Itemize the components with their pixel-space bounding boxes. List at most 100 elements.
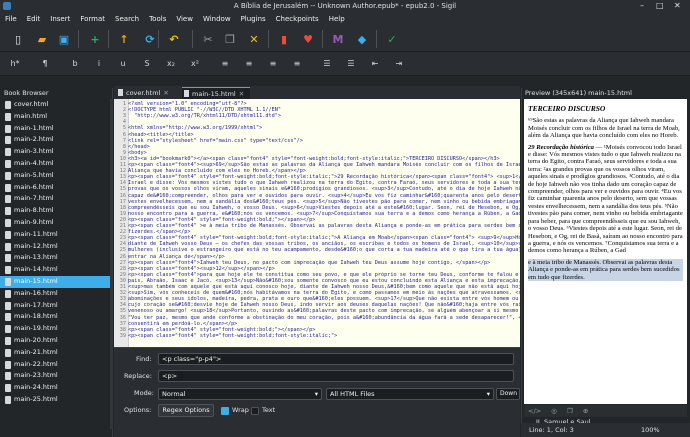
book-browser-item[interactable]: main-16.html [0, 288, 110, 300]
book-browser-item[interactable]: main-5.html [0, 170, 110, 182]
book-browser-item[interactable]: main-8.html [0, 205, 110, 217]
code-text: <sup>Sim, vós conheceis de quem&#160;nós… [128, 290, 520, 297]
format-icon[interactable]: h* [6, 56, 24, 72]
direction-select[interactable]: Down [496, 388, 520, 400]
book-browser-item[interactable]: main-18.html [0, 311, 110, 323]
tab-cover[interactable]: cover.html ✕ [116, 87, 180, 99]
preview-document[interactable]: TERCEIRO DISCURSO ⁶⁹São estas as palavra… [524, 99, 687, 404]
menu-edit[interactable]: Edit [22, 12, 46, 26]
replace-input[interactable]: <p> [158, 370, 514, 382]
menu-help[interactable]: Help [324, 12, 350, 26]
book-browser-item[interactable]: main-17.html [0, 300, 110, 312]
book-browser-item[interactable]: main-6.html [0, 182, 110, 194]
format-icon[interactable]: S [138, 56, 156, 72]
tab-main-15[interactable]: main-15.html ✕ [182, 87, 250, 99]
format-icon[interactable]: x² [186, 56, 204, 72]
toolbar-separator [376, 30, 377, 48]
book-browser-item[interactable]: main-21.html [0, 347, 110, 359]
mode-label: Mode: [134, 389, 154, 397]
book-browser-item[interactable]: main-7.html [0, 193, 110, 205]
cut-icon[interactable]: ✂ [200, 31, 216, 47]
regex-options-button[interactable]: Regex Options [158, 404, 214, 417]
menu-search[interactable]: Search [110, 12, 144, 26]
format-icon[interactable]: i [90, 56, 108, 72]
favorite-icon[interactable]: ♥ [300, 31, 316, 47]
book-browser-item[interactable]: main-14.html [0, 264, 110, 276]
menu-checkpoints[interactable]: Checkpoints [271, 12, 324, 26]
format-icon[interactable]: ☰ [342, 56, 360, 72]
book-browser-item-label: main-21.html [14, 347, 58, 356]
book-browser-item[interactable]: main-20.html [0, 335, 110, 347]
copy-icon[interactable]: ❐ [567, 407, 573, 415]
format-icon[interactable]: ☰ [318, 56, 336, 72]
book-browser-item[interactable]: main-1.html [0, 123, 110, 135]
book-browser-title: Book Browser [4, 89, 49, 97]
close-button[interactable]: ✕ [674, 1, 681, 11]
book-browser-item-label: main-1.html [14, 123, 54, 132]
format-icon[interactable]: x₂ [162, 56, 180, 72]
book-browser-item[interactable]: main-22.html [0, 359, 110, 371]
format-icon[interactable]: b [66, 56, 84, 72]
format-icon[interactable]: ⇤ [366, 56, 384, 72]
minimize-button[interactable]: – [640, 1, 644, 11]
format-toolbar: h* ¶ b i u Sx₂ x² ≡ ≡ ≡ ≡ ☰ ☰ ⇤ ⇥ [0, 52, 690, 76]
book-browser-item[interactable]: main-24.html [0, 382, 110, 394]
save-icon[interactable]: ▣ [56, 31, 72, 47]
book-browser-item-label: main-24.html [14, 383, 58, 392]
plugin-icon[interactable]: ◆ [354, 31, 370, 47]
menu-insert[interactable]: Insert [45, 12, 75, 26]
sync-icon[interactable]: ⟳ [142, 31, 158, 47]
menu-file[interactable]: File [0, 12, 22, 26]
book-browser-item[interactable]: main-15.html [0, 275, 110, 288]
copy-icon[interactable]: ❐ [222, 31, 238, 47]
wrap-checkbox[interactable] [221, 407, 229, 415]
menu-tools[interactable]: Tools [144, 12, 171, 26]
book-browser-item[interactable]: main-19.html [0, 323, 110, 335]
format-icon[interactable]: ⇥ [390, 56, 408, 72]
format-icon[interactable]: ≡ [240, 56, 258, 72]
mode-select[interactable]: Normal ▾ [158, 388, 322, 400]
book-browser-scrollbar[interactable] [110, 99, 113, 429]
book-browser-item[interactable]: main.html [0, 111, 110, 123]
metadata-icon[interactable]: M [330, 31, 346, 47]
new-file-icon[interactable]: ▯ [10, 31, 26, 47]
inspect-icon[interactable]: ◎ [551, 407, 557, 415]
code-icon[interactable]: </> [528, 407, 541, 415]
open-folder-icon[interactable]: ▰ [34, 31, 50, 47]
book-browser-item[interactable]: main-4.html [0, 158, 110, 170]
book-browser-item[interactable]: main-11.html [0, 229, 110, 241]
book-browser-item[interactable]: main-13.html [0, 252, 110, 264]
code-text: <p><span class="font4"><sup>12</sup></sp… [128, 265, 275, 272]
book-browser-item[interactable]: main-2.html [0, 134, 110, 146]
add-file-icon[interactable]: + [87, 31, 103, 47]
validate-icon[interactable]: ✓ [384, 31, 400, 47]
maximize-button[interactable]: □ [656, 1, 664, 11]
format-icon[interactable]: ≡ [264, 56, 282, 72]
menu-format[interactable]: Format [75, 12, 110, 26]
book-browser-item[interactable]: cover.html [0, 99, 110, 111]
bookmark-icon[interactable]: ▮ [276, 31, 292, 47]
book-browser-item[interactable]: main-9.html [0, 217, 110, 229]
format-icon[interactable]: u [114, 56, 132, 72]
book-browser-item[interactable]: main-3.html [0, 146, 110, 158]
book-browser-item-label: main-8.html [14, 206, 54, 215]
find-input[interactable]: <p class="p-p4"> [158, 353, 514, 365]
text-checkbox[interactable] [251, 407, 259, 415]
menu-view[interactable]: View [171, 12, 198, 26]
menu-plugins[interactable]: Plugins [236, 12, 271, 26]
format-icon[interactable]: ≡ [216, 56, 234, 72]
undo-icon[interactable]: ↶ [166, 31, 182, 47]
close-tab-icon[interactable]: ✕ [239, 90, 244, 98]
clean-icon[interactable]: ✕ [246, 31, 262, 47]
book-browser-item[interactable]: main-12.html [0, 241, 110, 253]
menu-window[interactable]: Window [198, 12, 236, 26]
format-icon[interactable]: ¶ [36, 56, 54, 72]
move-up-icon[interactable]: ↑ [116, 31, 132, 47]
book-browser-item[interactable]: main-23.html [0, 370, 110, 382]
book-browser-item[interactable]: main-25.html [0, 394, 110, 406]
scope-select[interactable]: All HTML Files ▾ [326, 388, 494, 400]
format-icon[interactable]: ≡ [288, 56, 306, 72]
zoom-icon[interactable]: ⊕ [583, 407, 588, 415]
code-editor[interactable]: 1 <?xml version="1.0" encoding="utf-8"?> 2… [114, 99, 520, 369]
close-tab-icon[interactable]: ✕ [163, 89, 168, 97]
